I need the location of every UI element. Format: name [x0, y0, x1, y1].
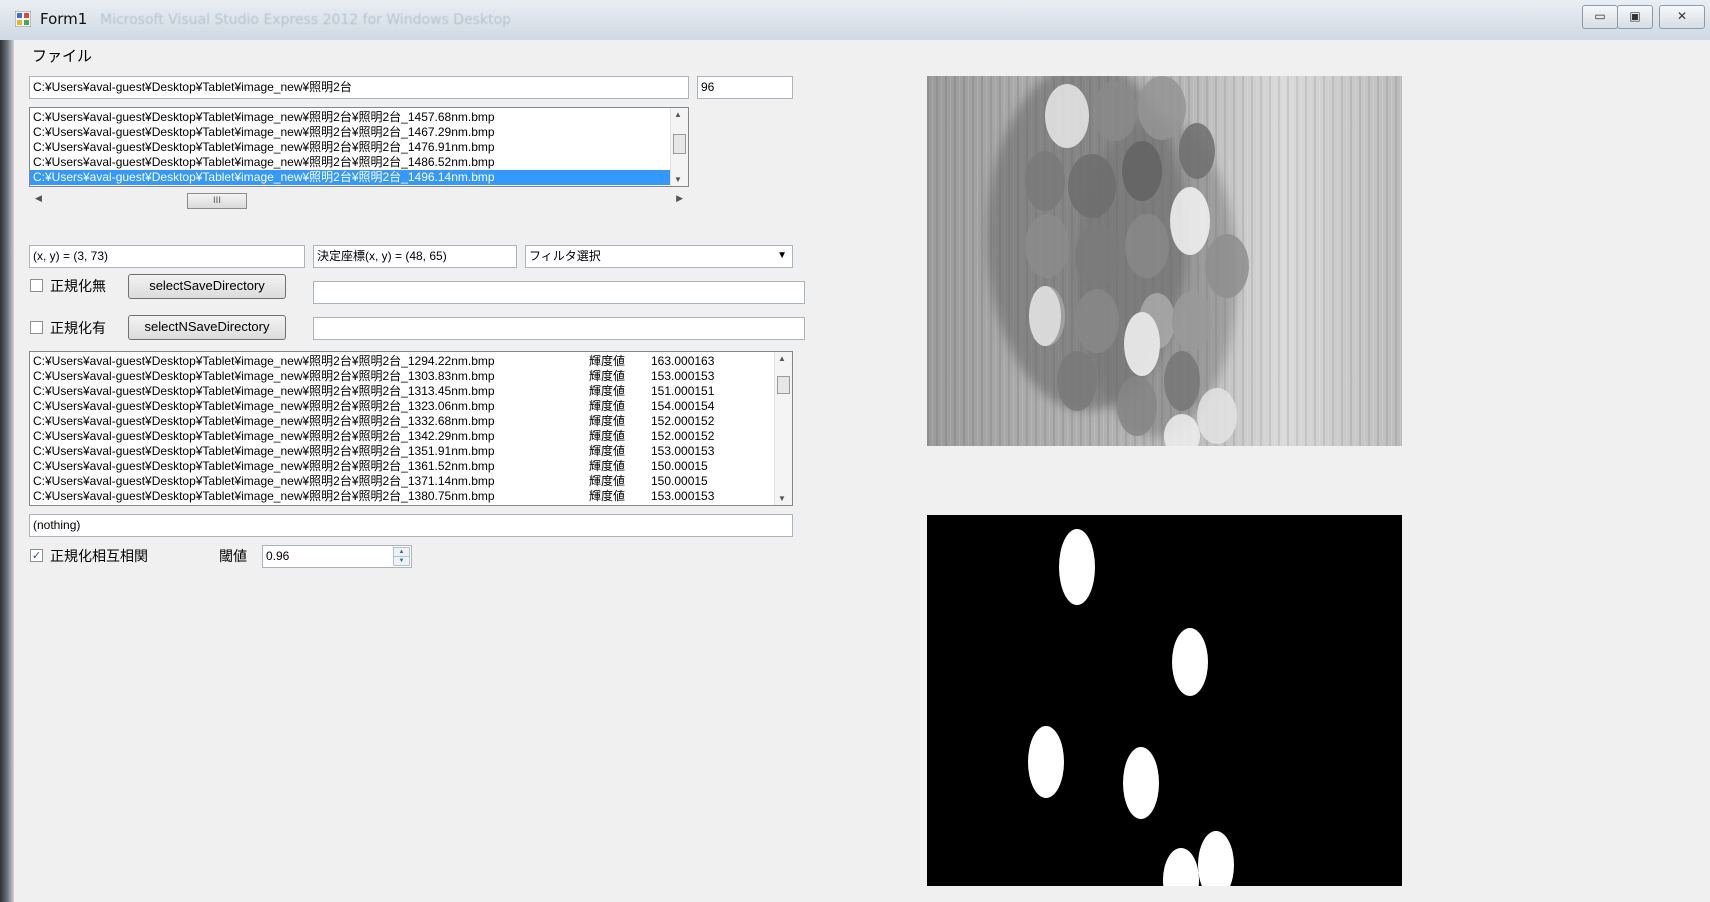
- with-normalization-checkbox[interactable]: [30, 321, 43, 334]
- file-listbox[interactable]: C:¥Users¥aval-guest¥Desktop¥Tablet¥image…: [29, 107, 689, 187]
- list-item[interactable]: C:¥Users¥aval-guest¥Desktop¥Tablet¥image…: [30, 474, 775, 489]
- filter-select[interactable]: フィルタ選択 ▼: [525, 245, 793, 268]
- window-title: Form1: [40, 10, 88, 28]
- scroll-left-icon[interactable]: ◀: [35, 194, 42, 204]
- ncc-label: 正規化相互相関: [50, 549, 148, 565]
- list-item[interactable]: C:¥Users¥aval-guest¥Desktop¥Tablet¥image…: [30, 369, 775, 384]
- scroll-thumb[interactable]: [777, 376, 790, 394]
- list-item[interactable]: C:¥Users¥aval-guest¥Desktop¥Tablet¥image…: [30, 354, 775, 369]
- image-count-input[interactable]: 96: [697, 76, 793, 99]
- list-item[interactable]: C:¥Users¥aval-guest¥Desktop¥Tablet¥image…: [30, 444, 775, 459]
- background-window-title: Microsoft Visual Studio Express 2012 for…: [100, 12, 512, 28]
- threshold-value: 0.96: [266, 549, 290, 563]
- chevron-down-icon[interactable]: ▼: [777, 246, 787, 266]
- result-listbox[interactable]: C:¥Users¥aval-guest¥Desktop¥Tablet¥image…: [29, 351, 793, 506]
- minimize-button[interactable]: ▭: [1582, 5, 1618, 29]
- threshold-label: 閾値: [219, 549, 247, 565]
- save-directory-input[interactable]: [313, 281, 805, 304]
- list-item-selected[interactable]: C:¥Users¥aval-guest¥Desktop¥Tablet¥image…: [30, 170, 670, 185]
- filter-select-value: フィルタ選択: [529, 249, 601, 263]
- stepper-down-icon[interactable]: ▼: [393, 556, 410, 566]
- detection-result-image[interactable]: [927, 515, 1402, 886]
- list-item[interactable]: C:¥Users¥aval-guest¥Desktop¥Tablet¥image…: [30, 125, 670, 140]
- file-list-hscrollbar[interactable]: ◀ III ▶: [29, 192, 689, 210]
- status-text[interactable]: (nothing): [29, 514, 793, 537]
- list-item[interactable]: C:¥Users¥aval-guest¥Desktop¥Tablet¥image…: [30, 399, 775, 414]
- list-item[interactable]: C:¥Users¥aval-guest¥Desktop¥Tablet¥image…: [30, 110, 670, 125]
- threshold-stepper[interactable]: 0.96 ▲ ▼: [262, 545, 412, 568]
- list-item[interactable]: C:¥Users¥aval-guest¥Desktop¥Tablet¥image…: [30, 140, 670, 155]
- source-image[interactable]: [927, 76, 1402, 446]
- decided-coordinate-display[interactable]: 決定座標(x, y) = (48, 65): [313, 245, 517, 268]
- list-item[interactable]: C:¥Users¥aval-guest¥Desktop¥Tablet¥image…: [30, 459, 775, 474]
- menu-bar: [14, 40, 1710, 68]
- no-normalization-checkbox[interactable]: [30, 279, 43, 292]
- maximize-button[interactable]: ▣: [1617, 5, 1653, 29]
- list-item[interactable]: C:¥Users¥aval-guest¥Desktop¥Tablet¥image…: [30, 489, 775, 504]
- menu-file[interactable]: ファイル: [32, 45, 92, 66]
- scroll-down-icon[interactable]: ▼: [674, 175, 682, 184]
- desktop-edge: [0, 40, 14, 902]
- scroll-thumb[interactable]: [673, 134, 686, 154]
- hscroll-thumb[interactable]: III: [187, 193, 247, 209]
- no-normalization-label: 正規化無: [50, 279, 106, 295]
- coordinate-display[interactable]: (x, y) = (3, 73): [29, 245, 305, 268]
- scroll-right-icon[interactable]: ▶: [676, 194, 683, 204]
- select-nsave-directory-button[interactable]: selectNSaveDirectory: [128, 315, 286, 340]
- result-list-vscrollbar[interactable]: ▲ ▼: [774, 352, 792, 505]
- scroll-up-icon[interactable]: ▲: [778, 354, 786, 363]
- app-icon: [14, 10, 32, 28]
- with-normalization-label: 正規化有: [50, 321, 106, 337]
- scroll-up-icon[interactable]: ▲: [674, 110, 682, 119]
- select-save-directory-button[interactable]: selectSaveDirectory: [128, 274, 286, 299]
- folder-path-input[interactable]: C:¥Users¥aval-guest¥Desktop¥Tablet¥image…: [29, 76, 689, 99]
- nsave-directory-input[interactable]: [313, 317, 805, 340]
- list-item[interactable]: C:¥Users¥aval-guest¥Desktop¥Tablet¥image…: [30, 384, 775, 399]
- ncc-checkbox[interactable]: ✓: [30, 549, 43, 562]
- list-item[interactable]: C:¥Users¥aval-guest¥Desktop¥Tablet¥image…: [30, 429, 775, 444]
- list-item[interactable]: C:¥Users¥aval-guest¥Desktop¥Tablet¥image…: [30, 414, 775, 429]
- scroll-down-icon[interactable]: ▼: [778, 494, 786, 503]
- list-item[interactable]: C:¥Users¥aval-guest¥Desktop¥Tablet¥image…: [30, 155, 670, 170]
- file-list-vscrollbar[interactable]: ▲ ▼: [670, 108, 688, 186]
- checkmark-icon: ✓: [31, 549, 42, 562]
- close-button[interactable]: ✕: [1659, 5, 1705, 29]
